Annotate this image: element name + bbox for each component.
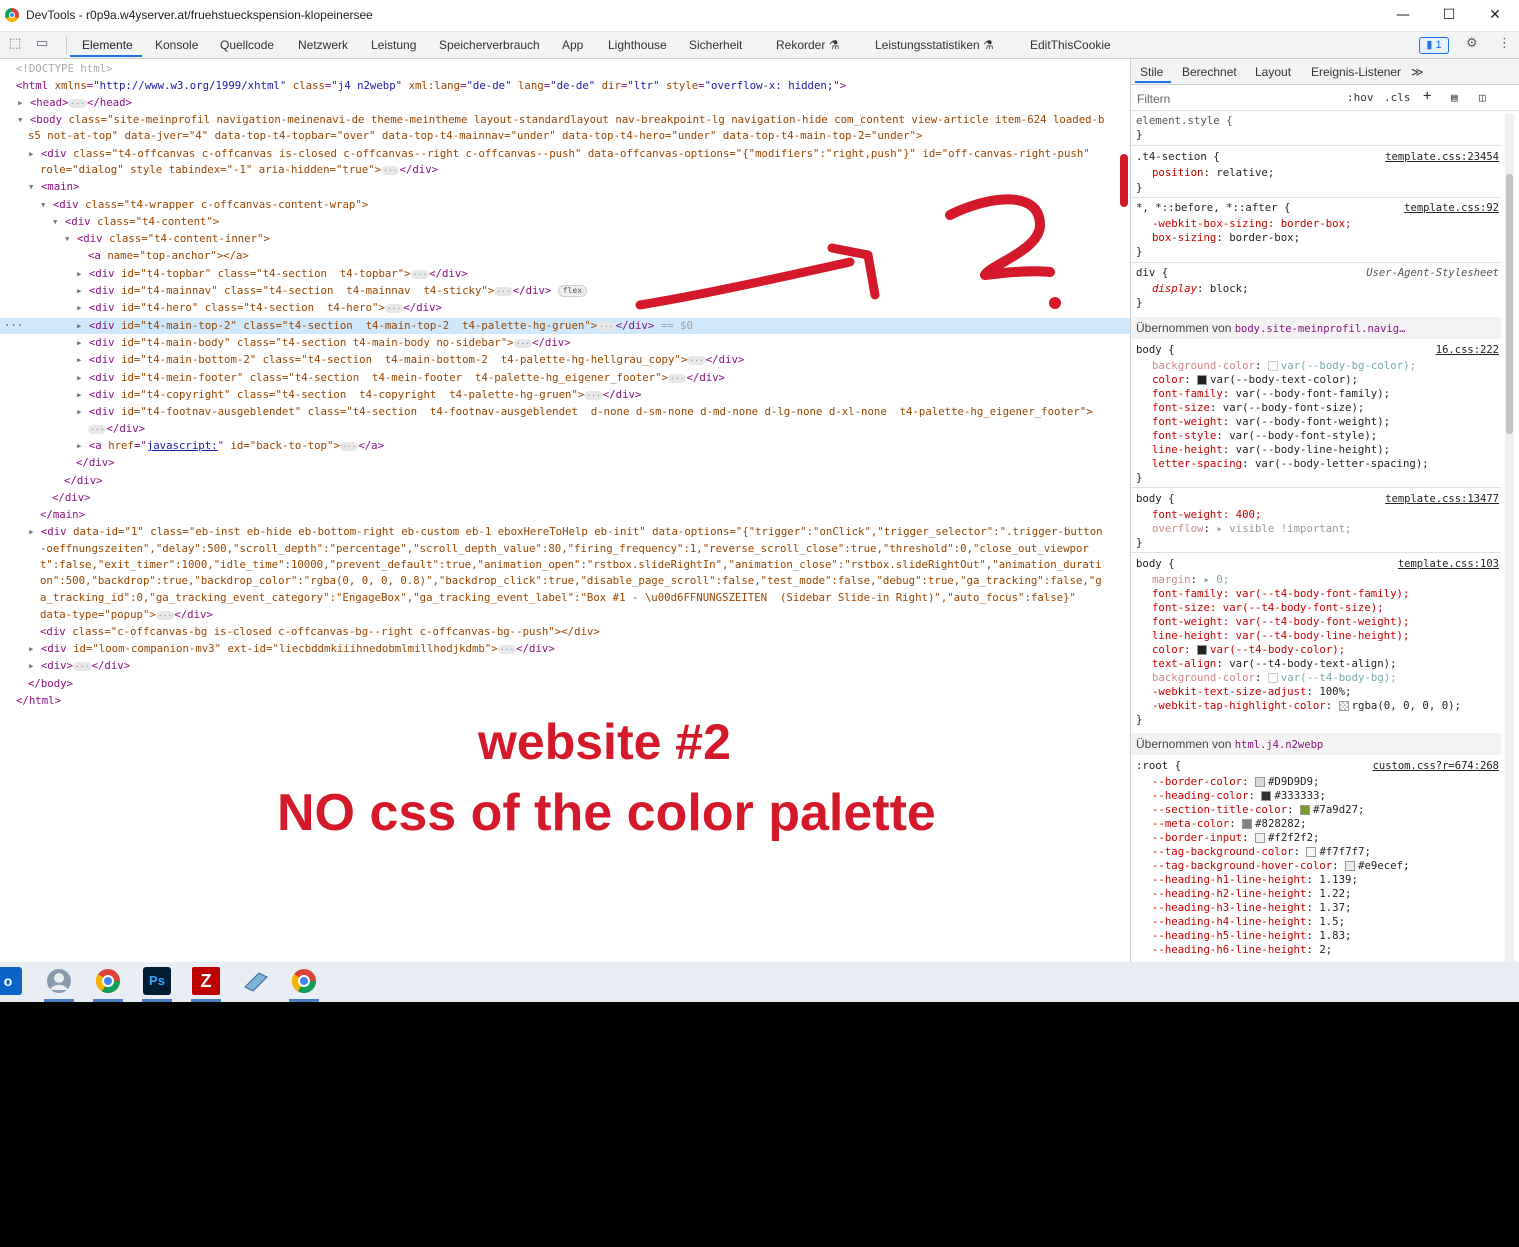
user-icon[interactable] — [45, 967, 73, 995]
outlook-icon[interactable]: o — [0, 967, 22, 995]
active-app-indicator — [191, 999, 221, 1002]
devtools-window: DevTools - r0p9a.w4yserver.at/fruehstuec… — [0, 0, 1519, 962]
red-arrow-head — [827, 243, 880, 300]
annotation-website: website #2 — [478, 714, 731, 770]
chrome-icon[interactable] — [290, 967, 318, 995]
filezilla-icon[interactable]: Z — [192, 967, 220, 995]
active-app-indicator — [93, 999, 123, 1002]
red-number-two — [945, 194, 1055, 280]
notepad-icon[interactable] — [241, 967, 269, 995]
chrome-icon[interactable] — [94, 967, 122, 995]
red-arrow-shaft — [635, 257, 855, 310]
red-number-dot — [1049, 297, 1061, 309]
active-app-indicator — [44, 999, 74, 1002]
annotation-no-css: NO css of the color palette — [277, 784, 936, 842]
active-app-indicator — [142, 999, 172, 1002]
photoshop-icon[interactable]: Ps — [143, 967, 171, 995]
windows-taskbar: o Ps Z — [0, 962, 1519, 1002]
active-app-indicator — [289, 999, 319, 1002]
